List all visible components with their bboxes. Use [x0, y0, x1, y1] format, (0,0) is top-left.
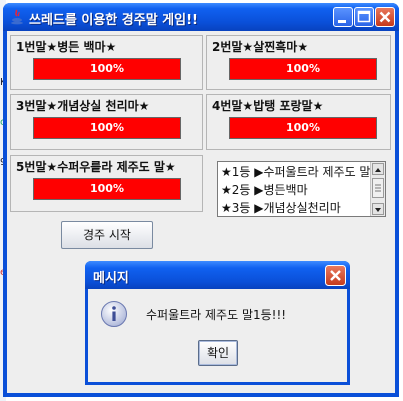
results-list-item[interactable]: ★1등 ▶수퍼울트라 제주도 말: [221, 163, 370, 180]
horse-label: 2번말★살찐흑마★: [212, 40, 309, 54]
scroll-down-arrow[interactable]: [372, 203, 384, 215]
maximize-button[interactable]: [354, 7, 374, 27]
dialog-message: 수퍼울트라 제주도 말1등!!!: [146, 308, 287, 322]
horse-label: 5번말★수퍼우릍라 제주도 말★: [16, 160, 176, 174]
progress-text: 100%: [90, 121, 124, 134]
horse-progress-bar: 100%: [229, 117, 377, 139]
dialog-title: 메시지: [93, 271, 129, 286]
scroll-up-arrow[interactable]: [372, 163, 384, 175]
horse-label: 4번말★밥탱 포랑말★: [212, 99, 324, 113]
horse-progress-bar: 100%: [229, 58, 377, 80]
minimize-icon: [338, 20, 346, 23]
results-list[interactable]: ★1등 ▶수퍼울트라 제주도 말 ★2등 ▶병든백마 ★3등 ▶개념상실천리마: [217, 161, 386, 217]
horse-panel-4: 4번말★밥탱 포랑말★ 100%: [206, 94, 391, 150]
horse-panel-1: 1번말★병든 백마★ 100%: [10, 35, 203, 90]
close-icon: [379, 11, 391, 23]
horse-label: 1번말★병든 백마★: [16, 40, 117, 54]
results-list-item[interactable]: ★3등 ▶개념상실천리마: [221, 199, 341, 216]
horse-progress-bar: 100%: [33, 117, 181, 139]
dialog-content: 수퍼울트라 제주도 말1등!!! 확인: [88, 289, 347, 382]
close-icon: [325, 265, 346, 286]
horse-label: 3번말★개념상실 천리마★: [16, 99, 150, 113]
dialog-titlebar[interactable]: 메시지: [85, 261, 350, 289]
grip-icon: [375, 184, 381, 192]
maximize-icon: [357, 10, 371, 23]
java-app-icon: [11, 9, 23, 25]
chevron-down-icon: [375, 208, 381, 212]
info-icon: [101, 301, 127, 327]
main-titlebar[interactable]: 쓰레드를 이용한 경주말 게임!!: [3, 3, 399, 31]
dialog-close-button[interactable]: [325, 265, 346, 286]
minimize-button[interactable]: [333, 7, 353, 27]
progress-text: 100%: [90, 62, 124, 75]
horse-panel-2: 2번말★살찐흑마★ 100%: [206, 35, 391, 90]
scroll-thumb[interactable]: [372, 178, 384, 198]
horse-progress-bar: 100%: [33, 178, 181, 200]
progress-text: 100%: [286, 62, 320, 75]
close-button[interactable]: [375, 7, 395, 27]
results-scrollbar[interactable]: [370, 162, 385, 216]
progress-text: 100%: [286, 121, 320, 134]
start-race-button[interactable]: 경주 시작: [61, 221, 153, 249]
window-title: 쓰레드를 이용한 경주말 게임!!: [29, 13, 198, 28]
message-dialog: 메시지 수퍼울트라 제주도 말1등!!! 확인: [85, 261, 350, 385]
results-list-item[interactable]: ★2등 ▶병든백마: [221, 181, 308, 198]
progress-text: 100%: [90, 182, 124, 195]
horse-panel-5: 5번말★수퍼우릍라 제주도 말★ 100%: [10, 155, 203, 212]
chevron-up-icon: [375, 168, 381, 172]
ok-button[interactable]: 확인: [198, 340, 238, 366]
horse-panel-3: 3번말★개념상실 천리마★ 100%: [10, 94, 203, 150]
horse-progress-bar: 100%: [33, 58, 181, 80]
